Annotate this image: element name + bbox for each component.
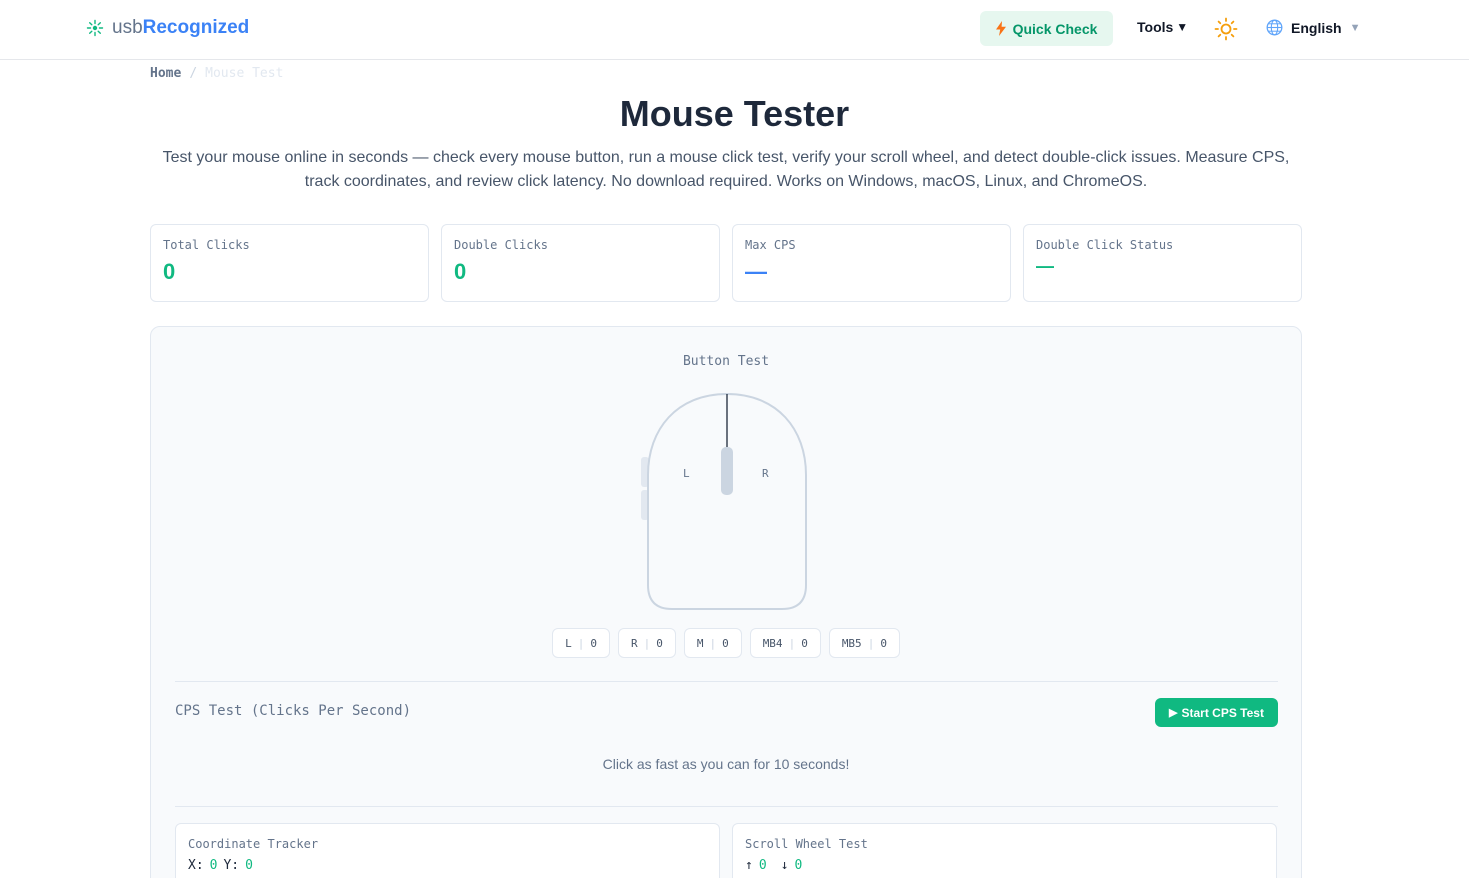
page-title: Mouse Tester: [619, 93, 850, 134]
counter-name: L: [565, 636, 572, 650]
counter-mb5: MB5 | 0: [828, 628, 900, 658]
breadcrumb-separator: /: [189, 66, 198, 81]
site-logo[interactable]: usbRecognized: [86, 17, 249, 39]
counter-separator: |: [643, 636, 651, 650]
logo-suffix: Recognized: [142, 17, 250, 38]
stat-label: Double Click Status: [1036, 238, 1174, 252]
counter-name: M: [696, 636, 704, 650]
stat-card-total-clicks: Total Clicks 0: [150, 224, 429, 302]
counter-separator: |: [867, 636, 875, 650]
cps-hint: Click as fast as you can for 10 seconds!: [602, 756, 850, 772]
button-test-title: Button Test: [682, 354, 770, 369]
mouse-icon: [641, 392, 807, 610]
breadcrumb-current: Mouse Test: [205, 66, 284, 81]
counter-separator: |: [577, 636, 585, 650]
arrow-down-icon: ↓: [780, 858, 789, 873]
stat-label: Total Clicks: [163, 238, 250, 252]
counter-separator: |: [709, 636, 717, 650]
coordinate-tracker-card: Coordinate Tracker X: 0 Y: 0: [175, 823, 720, 878]
y-label: Y:: [223, 858, 240, 873]
coordinate-readout: X: 0 Y: 0: [188, 858, 707, 873]
language-selector[interactable]: English ▼: [1266, 19, 1360, 36]
right-button-label[interactable]: R: [762, 467, 769, 480]
stat-label: Double Clicks: [454, 238, 548, 252]
mouse-test-panel[interactable]: Button Test L R L | 0 R | 0 M | 0 MB4 | 0: [150, 326, 1302, 878]
section-divider: [175, 806, 1278, 807]
quick-check-label: Quick Check: [1012, 20, 1098, 37]
counter-name: MB5: [841, 636, 862, 650]
scroll-wheel-test-title: Scroll Wheel Test: [745, 837, 868, 851]
scroll-down-value: 0: [794, 858, 803, 873]
cps-test-title: CPS Test (Clicks Per Second): [175, 703, 412, 719]
x-label: X:: [188, 858, 204, 873]
counter-left: L | 0: [552, 628, 610, 658]
y-value: 0: [245, 858, 253, 873]
arrow-up-icon: ↑: [745, 858, 753, 873]
chevron-down-icon: ▼: [1176, 20, 1189, 34]
stat-label: Max CPS: [745, 238, 796, 252]
start-cps-test-label: Start CPS Test: [1181, 705, 1264, 720]
usb-logo-icon: [86, 19, 104, 37]
stat-card-double-clicks: Double Clicks 0: [441, 224, 720, 302]
tools-menu[interactable]: Tools ▼: [1137, 19, 1188, 35]
tools-label: Tools: [1137, 19, 1174, 35]
page-intro: Test your mouse online in seconds — chec…: [162, 149, 1290, 190]
stat-value: —: [745, 259, 767, 284]
breadcrumb-home-link[interactable]: Home: [150, 66, 181, 81]
language-label: English: [1291, 19, 1342, 36]
stat-value: 0: [454, 259, 467, 284]
counter-value: 0: [656, 636, 663, 650]
counter-mb4: MB4 | 0: [749, 628, 821, 658]
counter-right: R | 0: [617, 628, 676, 658]
lightning-icon: [995, 21, 1006, 36]
coordinate-tracker-title: Coordinate Tracker: [188, 837, 319, 851]
stat-value: 0: [163, 259, 176, 284]
logo-prefix: usb: [112, 17, 143, 38]
counter-value: 0: [880, 636, 887, 650]
counter-value: 0: [722, 636, 729, 650]
button-counters: L | 0 R | 0 M | 0 MB4 | 0 MB5 | 0: [151, 628, 1301, 658]
counter-name: R: [630, 636, 638, 650]
quick-check-button[interactable]: Quick Check: [980, 11, 1113, 46]
scroll-wheel: [721, 447, 733, 495]
scroll-readout: ↑ 0 ↓ 0: [745, 858, 1264, 873]
site-header: usbRecognized Quick Check Tools ▼ Englis…: [0, 0, 1469, 60]
counter-separator: |: [788, 636, 796, 650]
x-value: 0: [209, 858, 218, 873]
stat-card-max-cps: Max CPS —: [732, 224, 1011, 302]
stat-value: —: [1036, 256, 1054, 276]
counter-name: MB4: [762, 636, 783, 650]
start-cps-test-button[interactable]: ▶ Start CPS Test: [1155, 698, 1278, 727]
chevron-down-icon: ▼: [1349, 21, 1361, 34]
left-button-label[interactable]: L: [683, 467, 690, 480]
breadcrumb: Home / Mouse Test: [150, 66, 283, 81]
mouse-diagram[interactable]: L R: [639, 391, 809, 613]
scroll-up-value: 0: [758, 858, 767, 873]
play-icon: ▶: [1169, 707, 1178, 719]
sun-icon[interactable]: [1214, 17, 1238, 41]
section-divider: [175, 681, 1278, 682]
counter-middle: M | 0: [683, 628, 742, 658]
counter-value: 0: [801, 636, 808, 650]
scroll-wheel-test-card: Scroll Wheel Test ↑ 0 ↓ 0: [732, 823, 1277, 878]
globe-icon: [1266, 19, 1283, 36]
counter-value: 0: [590, 636, 597, 650]
stat-card-double-click-status: Double Click Status —: [1023, 224, 1302, 302]
